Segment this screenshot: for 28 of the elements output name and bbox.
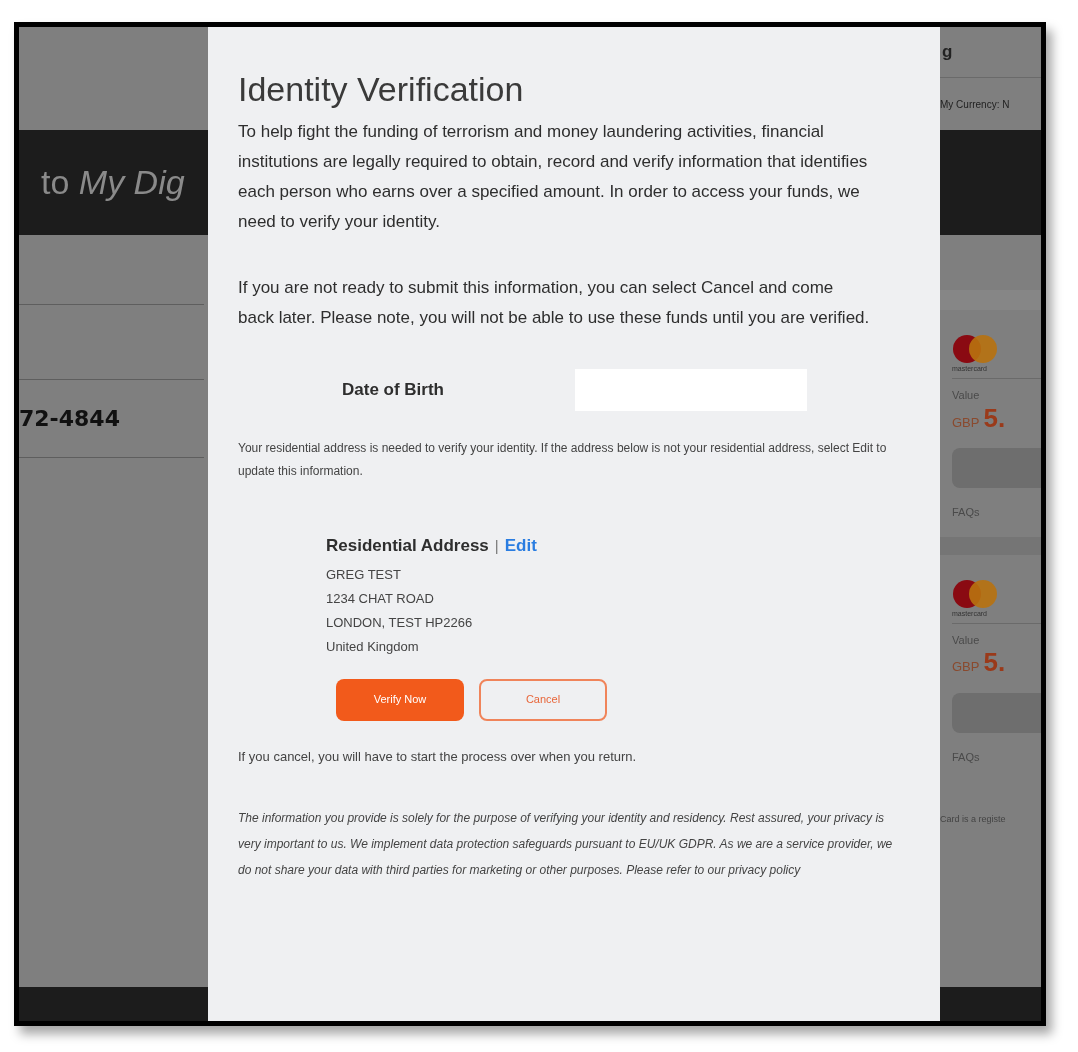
verify-button[interactable]: Verify Now — [336, 678, 464, 721]
address-title: Residential Address — [326, 535, 489, 557]
cancel-note: If you cancel, you will have to start the process over when you return. — [238, 747, 638, 766]
account-number: 72-4844 — [19, 405, 120, 433]
dialog-paragraph: If you are not ready to submit this information, you can select Cancel and come back later. Please note, you will not be able to use these funds until you are verified. — [238, 277, 871, 329]
card-amount: 5. — [983, 403, 1006, 432]
card-amount: 5. — [983, 648, 1006, 676]
dialog-title: Identity Verification — [238, 69, 525, 110]
address-line: 1234 CHAT ROAD — [326, 589, 435, 608]
address-note: Your residential address is needed to verify your identity. If the address below is not your residential address, select Edit to update this information. — [238, 440, 888, 480]
card-logo-icon — [952, 578, 998, 609]
currency-text: My Currency: N — [940, 97, 1010, 112]
address-line: LONDON, TEST HP2266 — [326, 613, 474, 632]
address-line: United Kingdom — [326, 637, 420, 656]
title-separator: | — [494, 536, 499, 556]
address-line: GREG TEST — [326, 565, 402, 584]
currency-code: GBP — [952, 413, 980, 432]
card-button[interactable] — [952, 448, 1041, 488]
privacy-notice: The information you provide is solely for the purpose of verifying your identity and residency. Rest assured, your privacy is very important to us. We implement data protection safeguards pursuant to EU/UK GDPR. As we are a service provider, we do not share your data with third parties for marketing or other purposes. Please refer to our privacy policy — [238, 809, 894, 879]
welcome-text: to My Dig — [41, 162, 185, 203]
card-button[interactable] — [952, 692, 1041, 733]
card-logo-icon — [952, 334, 998, 364]
header-text: g — [942, 41, 953, 64]
dialog-paragraph: To help fight the funding of terrorism and money laundering activities, financial institutions are legally required to obtain, record and verify information that identifies each person who earns over a specified amount. In order to access your funds, we need to verify your identity. — [238, 121, 869, 233]
currency-code: GBP — [952, 658, 980, 676]
dob-label: Date of Birth — [342, 379, 445, 402]
edit-link[interactable]: Edit — [504, 533, 537, 559]
cancel-button[interactable]: Cancel — [479, 678, 607, 721]
